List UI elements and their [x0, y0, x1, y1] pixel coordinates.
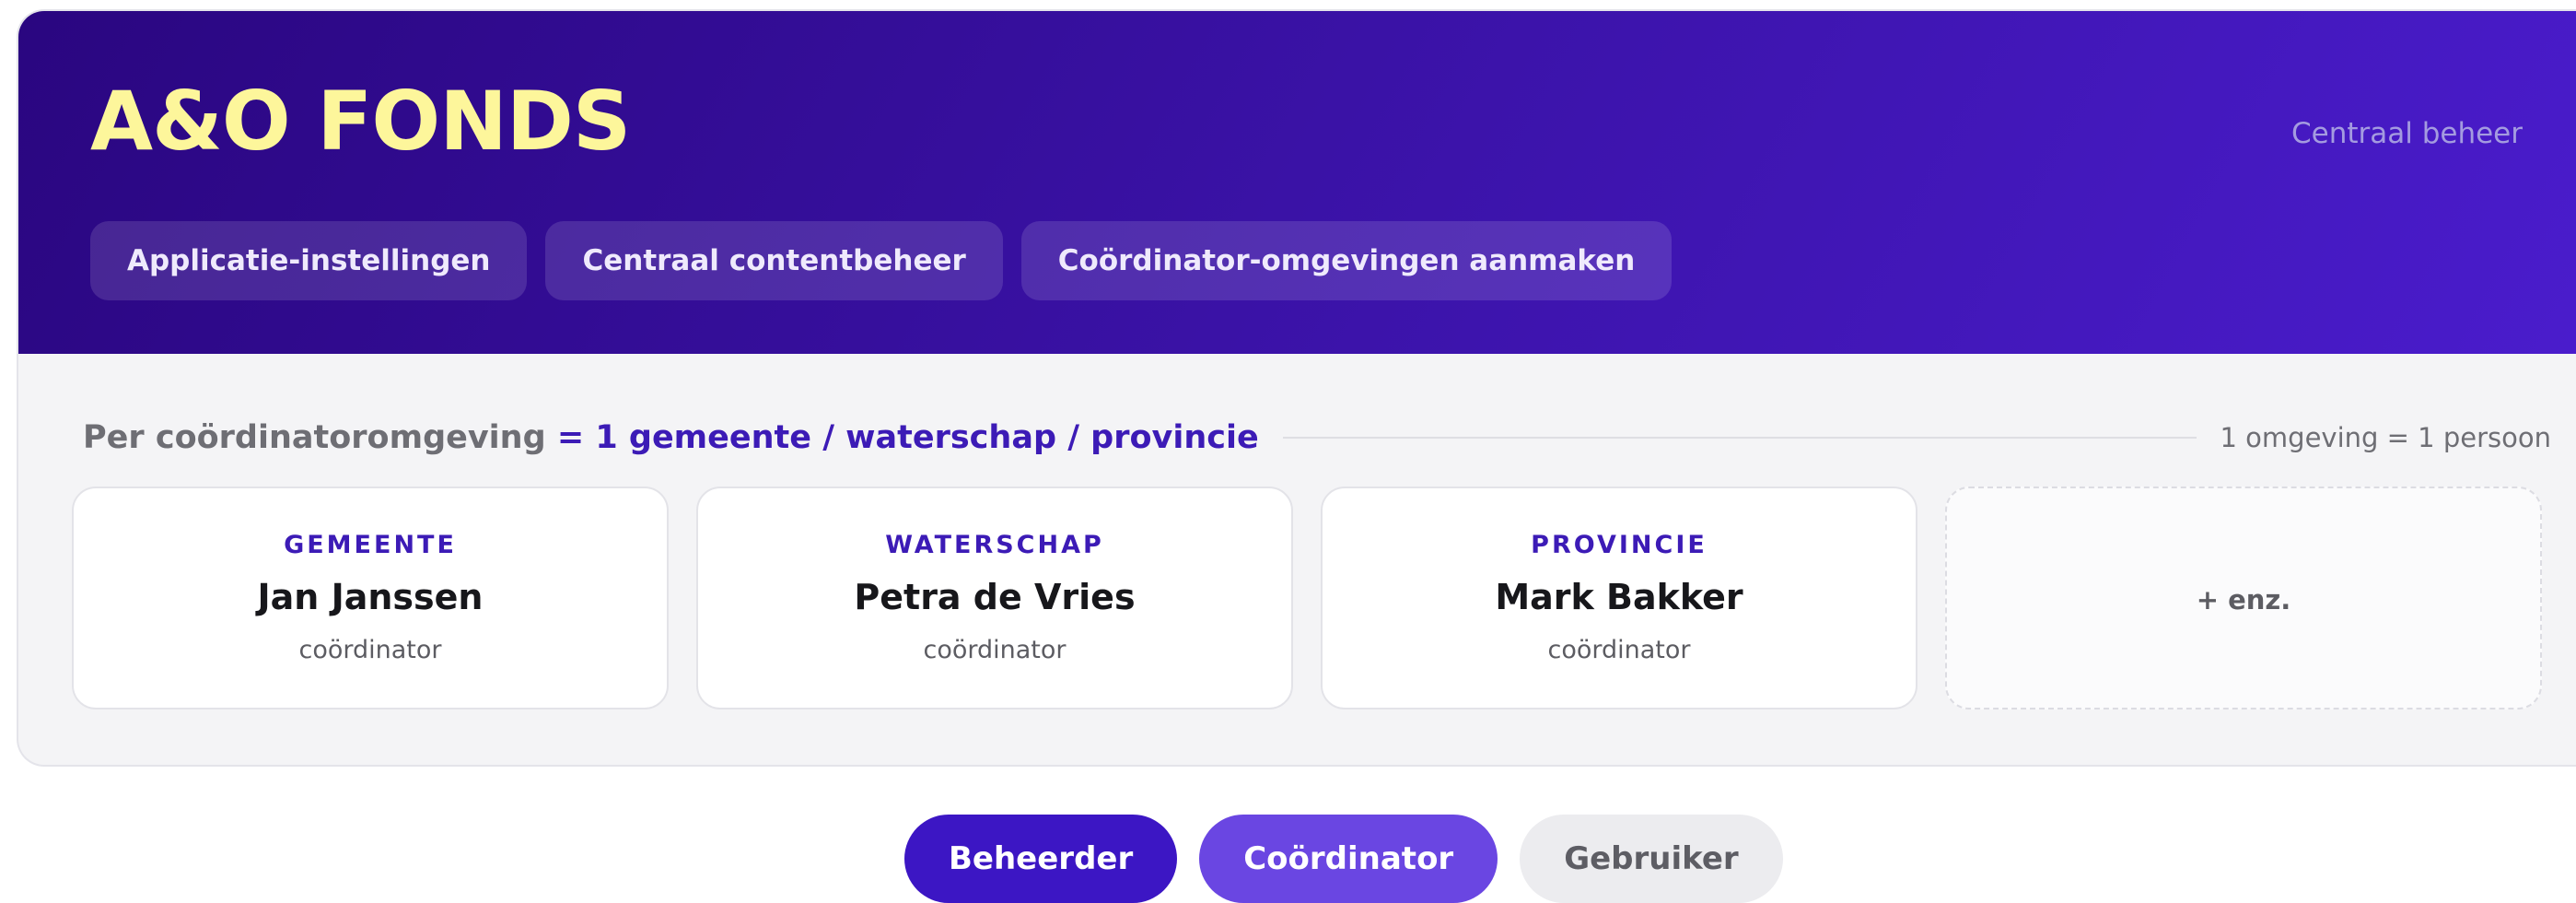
central-management-panel: A&O FONDS Centraal beheer Applicatie-ins… [17, 9, 2576, 767]
brand-logo: A&O FONDS [90, 74, 631, 169]
tab-application-settings[interactable]: Applicatie-instellingen [90, 221, 528, 300]
coordinator-environment-cards: GEMEENTE Jan Janssen coördinator WATERSC… [72, 487, 2542, 710]
card-person-name: Mark Bakker [1495, 577, 1743, 617]
card-role-label: coördinator [923, 636, 1067, 664]
environment-card-provincie[interactable]: PROVINCIE Mark Bakker coördinator [1321, 487, 1917, 710]
card-role-label: coördinator [298, 636, 442, 664]
section-title: Per coördinatoromgeving = 1 gemeente / w… [83, 419, 1259, 456]
card-person-name: Petra de Vries [854, 577, 1136, 617]
more-label: + enz. [2196, 584, 2291, 616]
section-title-accent: = 1 gemeente / waterschap / provincie [556, 419, 1259, 456]
card-role-label: coördinator [1547, 636, 1691, 664]
section-note: 1 omgeving = 1 persoon [2220, 422, 2551, 453]
section-title-prefix: Per coördinatoromgeving [83, 419, 557, 456]
card-person-name: Jan Janssen [257, 577, 484, 617]
role-gebruiker-button[interactable]: Gebruiker [1520, 815, 1783, 903]
more-environments-card[interactable]: + enz. [1945, 487, 2542, 710]
section-divider [1282, 437, 2197, 439]
card-type-label: WATERSCHAP [885, 531, 1104, 559]
role-switcher: Beheerder Coördinator Gebruiker [904, 815, 1783, 903]
admin-tabs: Applicatie-instellingen Centraal content… [90, 221, 1673, 300]
role-coordinator-button[interactable]: Coördinator [1199, 815, 1498, 903]
tab-create-coordinator-environments[interactable]: Coördinator-omgevingen aanmaken [1020, 221, 1673, 300]
section-header: Per coördinatoromgeving = 1 gemeente / w… [83, 415, 2551, 461]
tab-central-content-management[interactable]: Centraal contentbeheer [545, 221, 1003, 300]
environment-card-waterschap[interactable]: WATERSCHAP Petra de Vries coördinator [696, 487, 1293, 710]
app-header: A&O FONDS Centraal beheer Applicatie-ins… [18, 11, 2576, 354]
role-beheerder-button[interactable]: Beheerder [904, 815, 1178, 903]
header-context-label: Centraal beheer [2290, 117, 2523, 150]
card-type-label: GEMEENTE [284, 531, 457, 559]
card-type-label: PROVINCIE [1531, 531, 1708, 559]
environment-card-gemeente[interactable]: GEMEENTE Jan Janssen coördinator [72, 487, 669, 710]
